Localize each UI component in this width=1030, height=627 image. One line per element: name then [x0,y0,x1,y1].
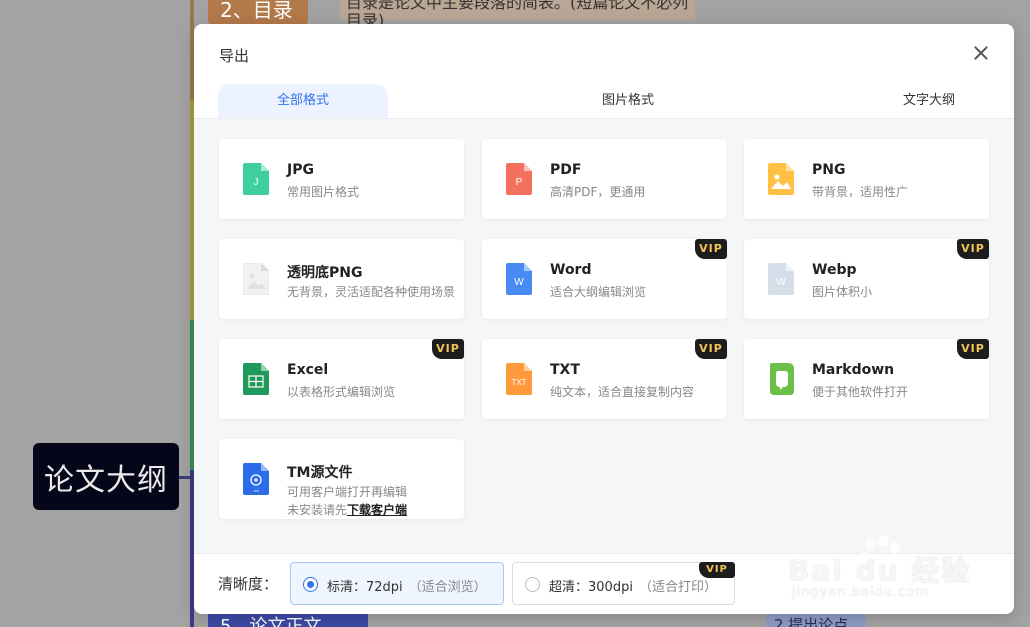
vip-badge: VIP [699,562,735,578]
markdown-file-icon [770,363,794,395]
format-name: TXT [550,362,580,378]
svg-text:.tm: .tm [253,488,259,493]
svg-text:TXT: TXT [511,378,526,387]
tab-all-formats[interactable]: 全部格式 [218,84,388,118]
vip-badge: VIP [957,239,989,259]
vip-badge: VIP [695,339,727,359]
central-connector [179,476,193,479]
excel-file-icon [243,363,269,395]
format-card-png[interactable]: PNG 带背景，适用性广 [744,139,989,219]
format-name: Word [550,262,592,278]
format-name: 透明底PNG [287,265,363,281]
format-desc: 便于其他软件打开 [812,385,909,399]
tab-text-outline[interactable]: 文字大纲 [858,84,1000,118]
vip-badge: VIP [695,239,727,259]
mindmap-node-toc[interactable]: 2、目录 [208,0,308,24]
download-client-link[interactable]: 下载客户端 [347,503,407,517]
format-card-pdf[interactable]: P PDF 高清PDF，更通用 [482,139,727,219]
resolution-hint: （适合打印） [638,580,717,595]
webp-file-icon: W [768,263,794,295]
vip-badge: VIP [432,339,464,359]
mindmap-central-node[interactable]: 论文大纲 [33,443,179,510]
format-card-markdown[interactable]: Markdown 便于其他软件打开 VIP [744,339,989,419]
format-tabs: 全部格式 图片格式 文字大纲 [218,84,1014,118]
format-card-word[interactable]: W Word 适合大纲编辑浏览 VIP [482,239,727,319]
radio-unselected-icon[interactable] [525,577,540,592]
format-desc-install: 未安装请先下载客户端 [287,501,407,518]
format-card-transparent-png[interactable]: 透明底PNG 无背景，灵活适配各种使用场景 [219,239,464,319]
format-desc: 纯文本，适合直接复制内容 [550,385,695,399]
format-desc: 图片体积小 [812,285,873,299]
format-desc: 高清PDF，更通用 [550,185,646,199]
resolution-value: 超清：300dpi [549,580,633,595]
svg-text:W: W [514,277,524,288]
format-card-webp[interactable]: W Webp 图片体积小 VIP [744,239,989,319]
format-name: PDF [550,162,582,178]
format-desc: 无背景，灵活适配各种使用场景 [287,285,456,299]
resolution-hint: （适合浏览） [408,580,487,595]
resolution-option-text: 超清：300dpi （适合打印） [549,576,717,595]
install-hint: 未安装请先 [287,503,348,517]
format-desc: 可用客户端打开再编辑 [287,485,408,499]
mindmap-node-argument[interactable]: 2.提出论点 [766,614,866,627]
format-name: TM源文件 [287,465,353,481]
resolution-option-ultra[interactable]: 超清：300dpi （适合打印） VIP [512,562,735,605]
format-name: PNG [812,162,846,178]
export-dialog: 导出 全部格式 图片格式 文字大纲 J JPG 常用图片格式 P PDF 高清P… [194,24,1014,614]
radio-selected-icon[interactable] [303,577,318,592]
resolution-label: 清晰度： [218,575,279,593]
svg-text:P: P [516,177,523,188]
vip-badge: VIP [957,339,989,359]
format-desc: 适合大纲编辑浏览 [550,285,647,299]
format-desc: 常用图片格式 [287,185,360,199]
png-file-icon [768,163,794,195]
mindmap-note-toc: 目录是论文中主要段落的简表。(短篇论文不必列目录) [340,0,695,30]
pdf-file-icon: P [506,163,532,195]
jpg-file-icon: J [243,163,269,195]
dialog-title: 导出 [219,47,250,65]
tab-image-formats[interactable]: 图片格式 [558,84,698,118]
txt-file-icon: TXT [506,363,532,395]
svg-text:J: J [254,177,259,188]
format-card-jpg[interactable]: J JPG 常用图片格式 [219,139,464,219]
format-card-excel[interactable]: Excel 以表格形式编辑浏览 VIP [219,339,464,419]
resolution-value: 标清：72dpi [327,580,403,595]
format-card-tm-source[interactable]: .tm TM源文件 可用客户端打开再编辑 未安装请先下载客户端 [219,439,464,519]
footer-divider [194,553,1014,554]
mindmap-node-body[interactable]: 5、论文正文 [208,612,368,627]
format-name: Markdown [812,362,895,378]
format-name: Excel [287,362,329,378]
transparent-png-file-icon [243,263,269,295]
format-name: JPG [287,162,314,178]
resolution-option-text: 标清：72dpi （适合浏览） [327,576,487,595]
format-desc: 以表格形式编辑浏览 [287,385,396,399]
svg-text:W: W [776,277,786,288]
close-icon[interactable] [972,44,990,62]
tm-source-file-icon: .tm [243,463,269,495]
resolution-option-standard[interactable]: 标清：72dpi （适合浏览） [290,562,504,605]
format-desc: 带背景，适用性广 [812,185,909,199]
format-name: Webp [812,262,857,278]
format-grid: J JPG 常用图片格式 P PDF 高清PDF，更通用 PNG 带背景，适用性… [194,119,1014,553]
format-card-txt[interactable]: TXT TXT 纯文本，适合直接复制内容 VIP [482,339,727,419]
word-file-icon: W [506,263,532,295]
